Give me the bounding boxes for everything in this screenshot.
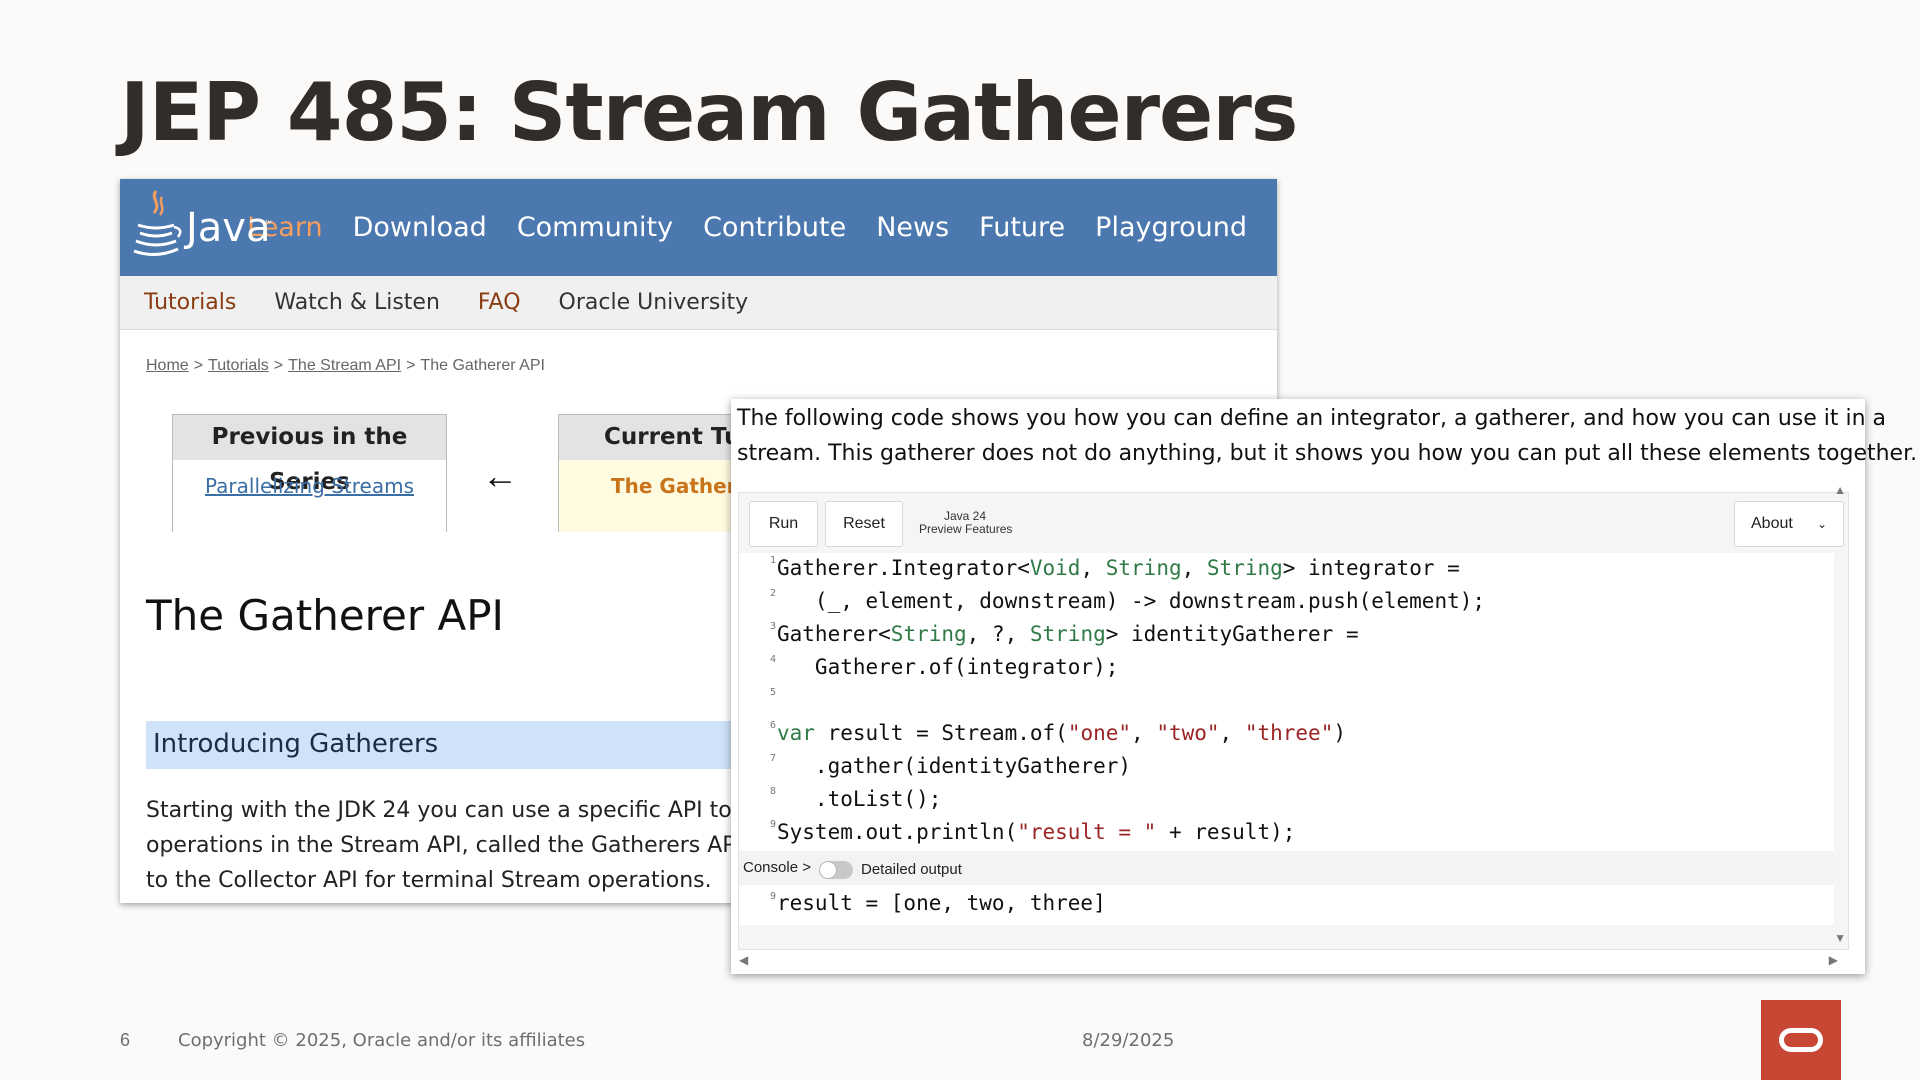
line-number: 9 bbox=[769, 891, 776, 902]
detailed-output-toggle[interactable] bbox=[819, 861, 853, 879]
nav-future[interactable]: Future bbox=[979, 212, 1065, 243]
code-line: 6 var result = Stream.of("one", "two", "… bbox=[739, 718, 1834, 750]
line-number: 9 bbox=[769, 819, 776, 830]
console-bar: Console > Detailed output bbox=[739, 851, 1834, 885]
output-text: result = [one, two, three] bbox=[777, 891, 1106, 915]
oracle-logo-icon bbox=[1761, 1000, 1841, 1080]
code-line: 8 .toList(); bbox=[739, 784, 1834, 816]
code-line: 4 Gatherer.of(integrator); bbox=[739, 652, 1834, 684]
console-output: 9 result = [one, two, three] bbox=[739, 885, 1834, 925]
line-number: 6 bbox=[769, 720, 776, 731]
code-text: .gather(identityGatherer) bbox=[777, 754, 1132, 778]
nav-community[interactable]: Community bbox=[517, 212, 673, 243]
java-logo-tm: ™ bbox=[264, 219, 272, 228]
paragraph-line: Starting with the JDK 24 you can use a s… bbox=[146, 798, 774, 823]
java-cup-icon bbox=[133, 190, 182, 256]
site-nav-bar: Java ™ Learn Download Community Contribu… bbox=[120, 179, 1277, 276]
code-text: (_, element, downstream) -> downstream.p… bbox=[777, 589, 1486, 613]
code-area[interactable]: 1 Gatherer.Integrator<Void, String, Stri… bbox=[739, 553, 1834, 851]
sub-nav-bar: Tutorials Watch & Listen FAQ Oracle Univ… bbox=[120, 276, 1277, 330]
paragraph-line: operations in the Stream API, called the… bbox=[146, 833, 773, 858]
intro-paragraph: Starting with the JDK 24 you can use a s… bbox=[146, 793, 786, 898]
breadcrumb-tutorials[interactable]: Tutorials bbox=[208, 357, 269, 374]
scroll-right-arrow-icon[interactable]: ▶ bbox=[1829, 953, 1838, 967]
code-line: 2 (_, element, downstream) -> downstream… bbox=[739, 586, 1834, 618]
code-line: 3 Gatherer<String, ?, String> identityGa… bbox=[739, 619, 1834, 651]
code-text: .toList(); bbox=[777, 787, 942, 811]
scroll-left-arrow-icon[interactable]: ◀ bbox=[739, 953, 748, 967]
line-number: 1 bbox=[769, 555, 776, 566]
paragraph-line: to the Collector API for terminal Stream… bbox=[146, 868, 712, 893]
slide-title: JEP 485: Stream Gatherers bbox=[120, 66, 1298, 159]
code-text: System.out.println("result = " + result)… bbox=[777, 820, 1296, 844]
code-text: Gatherer.Integrator<Void, String, String… bbox=[777, 556, 1460, 580]
footer-copyright: Copyright © 2025, Oracle and/or its affi… bbox=[178, 1030, 586, 1051]
scroll-down-arrow-icon[interactable]: ▼ bbox=[1834, 931, 1846, 945]
previous-in-series-box: Previous in the Series Parallelizing Str… bbox=[172, 414, 447, 532]
preview-features: Preview Features bbox=[919, 522, 1013, 536]
scroll-up-arrow-icon[interactable]: ▲ bbox=[1834, 483, 1846, 497]
nav-contribute[interactable]: Contribute bbox=[703, 212, 846, 243]
nav-download[interactable]: Download bbox=[353, 212, 487, 243]
page-heading: The Gatherer API bbox=[146, 591, 504, 640]
about-dropdown[interactable]: About ⌄ bbox=[1734, 501, 1844, 547]
breadcrumb-stream-api[interactable]: The Stream API bbox=[288, 357, 401, 374]
code-playground-panel: The following code shows you how you can… bbox=[731, 399, 1917, 974]
code-line: 7 .gather(identityGatherer) bbox=[739, 751, 1834, 783]
subnav-tutorials[interactable]: Tutorials bbox=[144, 290, 236, 315]
breadcrumb-current: The Gatherer API bbox=[420, 357, 545, 374]
code-line: 5 bbox=[739, 685, 1834, 717]
code-text: var result = Stream.of("one", "two", "th… bbox=[777, 721, 1347, 745]
previous-in-series-title: Previous in the Series bbox=[173, 415, 446, 495]
subnav-oracle-university[interactable]: Oracle University bbox=[559, 290, 749, 315]
code-text: Gatherer<String, ?, String> identityGath… bbox=[777, 622, 1359, 646]
subnav-faq[interactable]: FAQ bbox=[478, 290, 521, 315]
java-version-info: Java 24 Preview Features bbox=[919, 510, 1012, 536]
line-number: 5 bbox=[769, 687, 776, 698]
chevron-down-icon: ⌄ bbox=[1816, 517, 1827, 531]
section-heading-bar: Introducing Gatherers bbox=[146, 721, 786, 769]
slide-number: 6 bbox=[120, 1030, 131, 1050]
line-number: 4 bbox=[769, 654, 776, 665]
console-label[interactable]: Console > bbox=[743, 859, 811, 876]
left-arrow-icon: ← bbox=[482, 455, 518, 496]
line-number: 7 bbox=[769, 753, 776, 764]
line-number: 2 bbox=[769, 588, 776, 599]
code-line: 9 System.out.println("result = " + resul… bbox=[739, 817, 1834, 849]
code-text: Gatherer.of(integrator); bbox=[777, 655, 1119, 679]
subnav-watch-listen[interactable]: Watch & Listen bbox=[274, 290, 440, 315]
java-logo[interactable]: Java ™ bbox=[128, 179, 272, 276]
code-editor: Run Reset Java 24 Preview Features About… bbox=[738, 483, 1849, 967]
intro-line: stream. This gatherer does not do anythi… bbox=[737, 441, 1918, 466]
main-nav: Learn Download Community Contribute News… bbox=[247, 212, 1277, 243]
breadcrumb: Home > Tutorials > The Stream API > The Gather… bbox=[146, 357, 545, 374]
nav-news[interactable]: News bbox=[876, 212, 949, 243]
toggle-knob bbox=[820, 862, 836, 878]
detailed-output-label: Detailed output bbox=[861, 861, 962, 878]
breadcrumb-home[interactable]: Home bbox=[146, 357, 189, 374]
horizontal-scrollbar[interactable]: ◀ ▶ bbox=[739, 953, 1848, 973]
nav-playground[interactable]: Playground bbox=[1095, 212, 1247, 243]
reset-button[interactable]: Reset bbox=[825, 501, 903, 547]
about-label: About bbox=[1751, 515, 1793, 532]
line-number: 3 bbox=[769, 621, 776, 632]
run-button[interactable]: Run bbox=[749, 501, 818, 547]
section-heading: Introducing Gatherers bbox=[153, 729, 439, 759]
line-number: 8 bbox=[769, 786, 776, 797]
java-logo-text: Java bbox=[186, 205, 271, 251]
code-intro-text: The following code shows you how you can… bbox=[737, 401, 1917, 471]
code-line: 1 Gatherer.Integrator<Void, String, Stri… bbox=[739, 553, 1834, 585]
editor-toolbar: Run Reset Java 24 Preview Features About… bbox=[739, 483, 1848, 553]
oracle-ring bbox=[1779, 1028, 1823, 1052]
footer-date: 8/29/2025 bbox=[1082, 1030, 1175, 1051]
intro-line: The following code shows you how you can… bbox=[737, 406, 1887, 431]
